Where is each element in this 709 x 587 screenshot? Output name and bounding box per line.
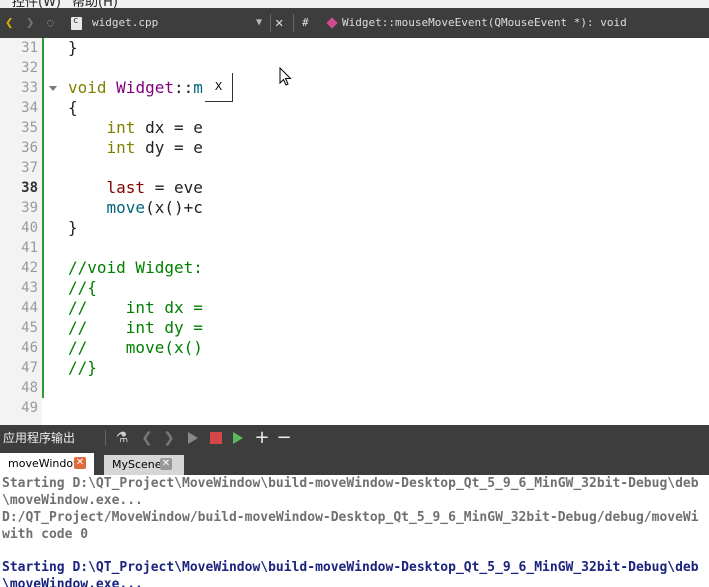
line-number: 44 xyxy=(21,300,38,316)
code-line-39: move(x()+c xyxy=(106,198,203,217)
zoom-out-icon[interactable]: − xyxy=(276,429,292,447)
output-line: Starting D:\QT_Project\MoveWindow\build-… xyxy=(2,560,699,575)
code-line-38: last = eve xyxy=(106,178,203,197)
fold-arrow-icon[interactable] xyxy=(49,86,57,91)
output-tab-strip: moveWindow ✕ MyScene ✕ xyxy=(0,451,709,475)
line-number: 46 xyxy=(21,340,38,356)
run-debug-icon[interactable] xyxy=(233,432,243,444)
output-line: D:/QT_Project/MoveWindow/build-moveWindo… xyxy=(2,510,699,525)
widget-popup-window[interactable] xyxy=(204,73,709,425)
output-line: \moveWindow.exe... xyxy=(2,577,143,587)
stop-icon[interactable] xyxy=(210,432,222,444)
change-marker xyxy=(42,38,44,398)
method-icon xyxy=(326,17,338,29)
mouse-cursor-icon xyxy=(279,67,292,86)
line-number: 43 xyxy=(21,280,38,296)
code-line-33: void Widget::m xyxy=(68,78,203,97)
line-number: 31 xyxy=(21,40,38,56)
code-line-44: // int dx = xyxy=(68,298,203,317)
code-line-46: // move(x() xyxy=(68,338,203,357)
output-pane-title: 应用程序输出 xyxy=(3,431,76,445)
line-number: 47 xyxy=(21,360,38,376)
previous-icon[interactable]: ❮ xyxy=(140,430,154,446)
hash-label: # xyxy=(302,16,309,29)
code-line-36: int dy = e xyxy=(106,138,203,157)
current-line-number: 38 xyxy=(21,180,38,196)
code-line-42: //void Widget: xyxy=(68,258,203,277)
line-number: 49 xyxy=(21,400,38,416)
run-icon[interactable] xyxy=(188,432,198,444)
line-number: 45 xyxy=(21,320,38,336)
code-line-45: // int dy = xyxy=(68,318,203,337)
code-line-40: } xyxy=(68,218,78,237)
code-line-43: //{ xyxy=(68,278,97,297)
output-line: Starting D:\QT_Project\MoveWindow\build-… xyxy=(2,476,699,491)
tab-myscene[interactable]: MyScene ✕ xyxy=(104,455,184,475)
output-line: with code 0 xyxy=(2,527,89,542)
line-number: 48 xyxy=(21,380,38,396)
output-pane-header: 应用程序输出 ⚗ ❮ ❯ + − xyxy=(0,425,709,451)
code-line-34: { xyxy=(68,98,78,117)
application-output[interactable]: Starting D:\QT_Project\MoveWindow\build-… xyxy=(0,475,709,587)
lock-icon[interactable]: ◌ xyxy=(47,8,54,38)
popup-close-button[interactable]: X xyxy=(205,73,233,102)
code-line-35: int dx = e xyxy=(106,118,203,137)
tab-label: moveWindow xyxy=(8,457,83,470)
close-tab-icon[interactable]: ✕ xyxy=(74,457,86,469)
tab-movewindow[interactable]: moveWindow ✕ xyxy=(0,453,94,475)
line-number: 41 xyxy=(21,240,38,256)
close-tab-icon[interactable]: ✕ xyxy=(160,458,172,470)
file-dropdown-icon[interactable]: ▼ xyxy=(256,8,262,38)
symbol-selector[interactable]: Widget::mouseMoveEvent(QMouseEvent *): v… xyxy=(342,8,627,38)
clear-output-icon[interactable]: ⚗ xyxy=(114,430,130,446)
editor-toolbar: ❮ ❯ ◌ widget.cpp ▼ ✕ # Widget::mouseMove… xyxy=(0,8,709,38)
menu-help[interactable]: 帮助(H) xyxy=(72,0,118,8)
cpp-file-icon xyxy=(71,16,82,30)
menu-bar: 控件(W) 帮助(H) xyxy=(0,0,709,8)
line-number: 32 xyxy=(21,60,38,76)
code-line-47: //} xyxy=(68,358,97,377)
output-line: \moveWindow.exe... xyxy=(2,493,143,508)
menu-controls[interactable]: 控件(W) xyxy=(12,0,61,8)
forward-arrow-icon[interactable]: ❯ xyxy=(26,8,34,38)
line-number: 36 xyxy=(21,140,38,156)
line-number: 42 xyxy=(21,260,38,276)
back-arrow-icon[interactable]: ❮ xyxy=(5,8,13,38)
line-number: 40 xyxy=(21,220,38,236)
line-number: 33 xyxy=(21,80,38,96)
line-number: 35 xyxy=(21,120,38,136)
line-number: 34 xyxy=(21,100,38,116)
close-document-icon[interactable]: ✕ xyxy=(275,8,283,38)
next-icon[interactable]: ❯ xyxy=(162,430,176,446)
code-line-31: } xyxy=(68,38,78,57)
file-selector[interactable]: widget.cpp xyxy=(92,8,158,38)
tab-label: MyScene xyxy=(112,458,162,471)
line-number: 37 xyxy=(21,160,38,176)
line-number: 39 xyxy=(21,200,38,216)
zoom-in-icon[interactable]: + xyxy=(254,429,270,447)
